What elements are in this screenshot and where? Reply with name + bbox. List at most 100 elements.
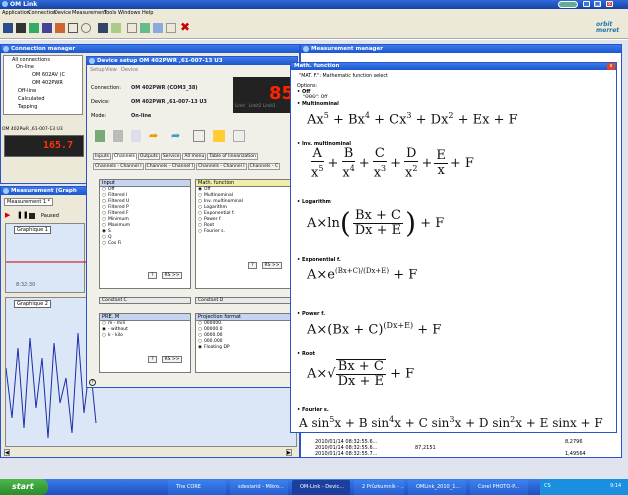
chart-icon[interactable] xyxy=(127,23,137,33)
tab-outputs[interactable]: Outputs xyxy=(137,153,160,160)
pre-rs-button[interactable]: RS >> xyxy=(162,356,182,363)
menu-application[interactable]: Application xyxy=(2,9,30,17)
display-icon[interactable] xyxy=(193,130,205,142)
input-help-button[interactable]: ? xyxy=(148,272,157,279)
task-corel[interactable]: Corel PHOTO-P... xyxy=(470,480,528,495)
proj-radio-4[interactable]: Floating DP xyxy=(196,345,290,351)
download-icon[interactable]: ➦ xyxy=(171,130,183,142)
start-button[interactable]: start xyxy=(0,479,48,495)
play-button[interactable]: ▶ xyxy=(5,212,12,219)
menu-help[interactable]: Help xyxy=(142,9,153,17)
pre-help-button[interactable]: ? xyxy=(148,356,157,363)
pre-radio-2[interactable]: k - kilo xyxy=(100,333,190,339)
tree-online[interactable]: On-line xyxy=(16,64,34,70)
menu-measurement[interactable]: Measurement xyxy=(72,9,106,17)
write-icon[interactable] xyxy=(113,130,123,142)
app-title: OM Link xyxy=(10,1,38,8)
task-mikro[interactable]: sdeslarid - Mikro... xyxy=(230,480,288,495)
doc-icon[interactable] xyxy=(131,130,141,142)
menu-connection[interactable]: Connection xyxy=(28,9,56,17)
formula-inv-multinominal: Ax5 + Bx4 + Cx3 + Dx2 + Ex + F xyxy=(310,146,474,181)
mathf-radio-7[interactable]: Fourier s. xyxy=(196,229,290,235)
item-power: Power f. xyxy=(297,311,325,317)
user-icon[interactable] xyxy=(213,130,225,142)
minimize-button[interactable]: _ xyxy=(583,1,590,7)
menu-device[interactable]: Device xyxy=(54,9,71,17)
task-omlink[interactable]: OM-Link - Devic... xyxy=(292,480,350,495)
graph-1[interactable]: Graphique 1 8:32:30 xyxy=(5,223,86,293)
tab-inputs[interactable]: Inputs xyxy=(93,153,111,160)
tray-clock: 9:14 xyxy=(610,483,622,489)
grid-icon[interactable] xyxy=(68,23,78,33)
tree-device-2[interactable]: OM 402PWR xyxy=(32,80,63,86)
measurement-manager-icon xyxy=(303,46,309,52)
tree-calculated[interactable]: Calculated xyxy=(18,96,45,102)
tree-offline[interactable]: Off-line xyxy=(18,88,36,94)
device-menu-setup[interactable]: Setup xyxy=(90,67,105,73)
task-core[interactable]: The CORE xyxy=(168,480,226,495)
measurement-tab[interactable]: Measurement 1 * xyxy=(4,198,54,206)
row-value-2: 8,2796 xyxy=(565,439,583,445)
connection-icon xyxy=(3,46,9,52)
help-circle-icon[interactable]: ? xyxy=(89,379,96,386)
graph-icon[interactable] xyxy=(55,23,65,33)
subtab-2[interactable]: Channels - Channel I xyxy=(144,163,196,170)
pause-button[interactable]: ❚❚ xyxy=(17,212,29,219)
connection-value: OM 402PWR (COM3_38) xyxy=(131,85,198,91)
input-rs-button[interactable]: RS >> xyxy=(162,272,182,279)
row-3[interactable]: 2010/01/14 08:32:55.7... xyxy=(315,451,377,457)
copy-icon[interactable] xyxy=(153,23,163,33)
maximize-button[interactable]: □ xyxy=(594,1,601,7)
tree-root[interactable]: All connections xyxy=(12,57,50,63)
connect-icon[interactable] xyxy=(3,23,13,33)
input-radio-9[interactable]: Cos Fi xyxy=(100,241,190,247)
upload-icon[interactable]: ➦ xyxy=(149,130,161,142)
delete-icon[interactable]: ✖ xyxy=(180,21,192,34)
constant-d-field[interactable]: Constant D xyxy=(195,297,291,304)
setup-icon[interactable] xyxy=(29,23,39,33)
menu-windows[interactable]: Windows xyxy=(118,9,140,17)
stop-button[interactable] xyxy=(29,213,35,219)
target-icon[interactable] xyxy=(81,23,91,33)
device-toolbar: ➦ ➦ xyxy=(87,127,297,145)
print-icon[interactable] xyxy=(166,23,176,33)
mode-label: Mode: xyxy=(91,113,107,119)
mathf-rs-button[interactable]: RS >> xyxy=(262,262,282,269)
device-menu-view[interactable]: View xyxy=(105,67,117,73)
task-omlink-2010[interactable]: OMLink_2010_1... xyxy=(408,480,466,495)
subtab-4[interactable]: Channels - C xyxy=(247,163,281,170)
tab-all-menu[interactable]: All menu xyxy=(182,153,207,160)
system-tray: CS 9:14 xyxy=(540,479,628,495)
read-icon[interactable] xyxy=(95,130,105,142)
tab-service[interactable]: Service xyxy=(160,153,182,160)
math-help-close-button[interactable]: x xyxy=(607,63,615,70)
close-button[interactable]: x xyxy=(606,1,613,7)
pill-button[interactable] xyxy=(558,1,578,8)
measurement-title: Measurement (Graph xyxy=(11,188,77,194)
measurement-manager-titlebar: Measurement manager xyxy=(301,45,621,53)
subtab-3[interactable]: Channels - Channel I xyxy=(196,163,247,170)
menu-tools[interactable]: Tools xyxy=(104,9,116,17)
tab-linearization[interactable]: Table of linearization xyxy=(207,153,258,160)
tree-device-1[interactable]: OM 602AV (C xyxy=(32,72,65,78)
task-explorer[interactable]: 2 Průzkumník - ... xyxy=(354,480,404,495)
projection-title: Projection format xyxy=(196,314,290,321)
save-icon[interactable] xyxy=(98,23,108,33)
scroll-left-button[interactable]: ◀ xyxy=(4,449,10,456)
constant-c-field[interactable]: Constant C xyxy=(99,297,191,304)
mathf-help-button[interactable]: ? xyxy=(248,262,257,269)
scroll-right-button[interactable]: ▶ xyxy=(286,449,292,456)
device-menu-device[interactable]: Device xyxy=(121,67,138,73)
device-setup-title: Device setup OM 402PWR ,61-007-13 U3 xyxy=(97,58,223,64)
monitor-icon[interactable] xyxy=(111,23,121,33)
subtab-1[interactable]: Channels - Channel I xyxy=(93,163,144,170)
math-help-desc: "MAT. F.": Mathematic function select xyxy=(299,74,388,79)
tab-channels[interactable]: Channels xyxy=(112,153,137,160)
tray-lang[interactable]: CS xyxy=(544,483,551,489)
tree-tapping[interactable]: Tapping xyxy=(18,104,37,110)
export-icon[interactable] xyxy=(140,23,150,33)
menu-bar: Application Connection Device Measuremen… xyxy=(0,9,628,17)
device-icon[interactable] xyxy=(16,23,26,33)
light-icon[interactable] xyxy=(233,130,245,142)
measure-icon[interactable] xyxy=(42,23,52,33)
